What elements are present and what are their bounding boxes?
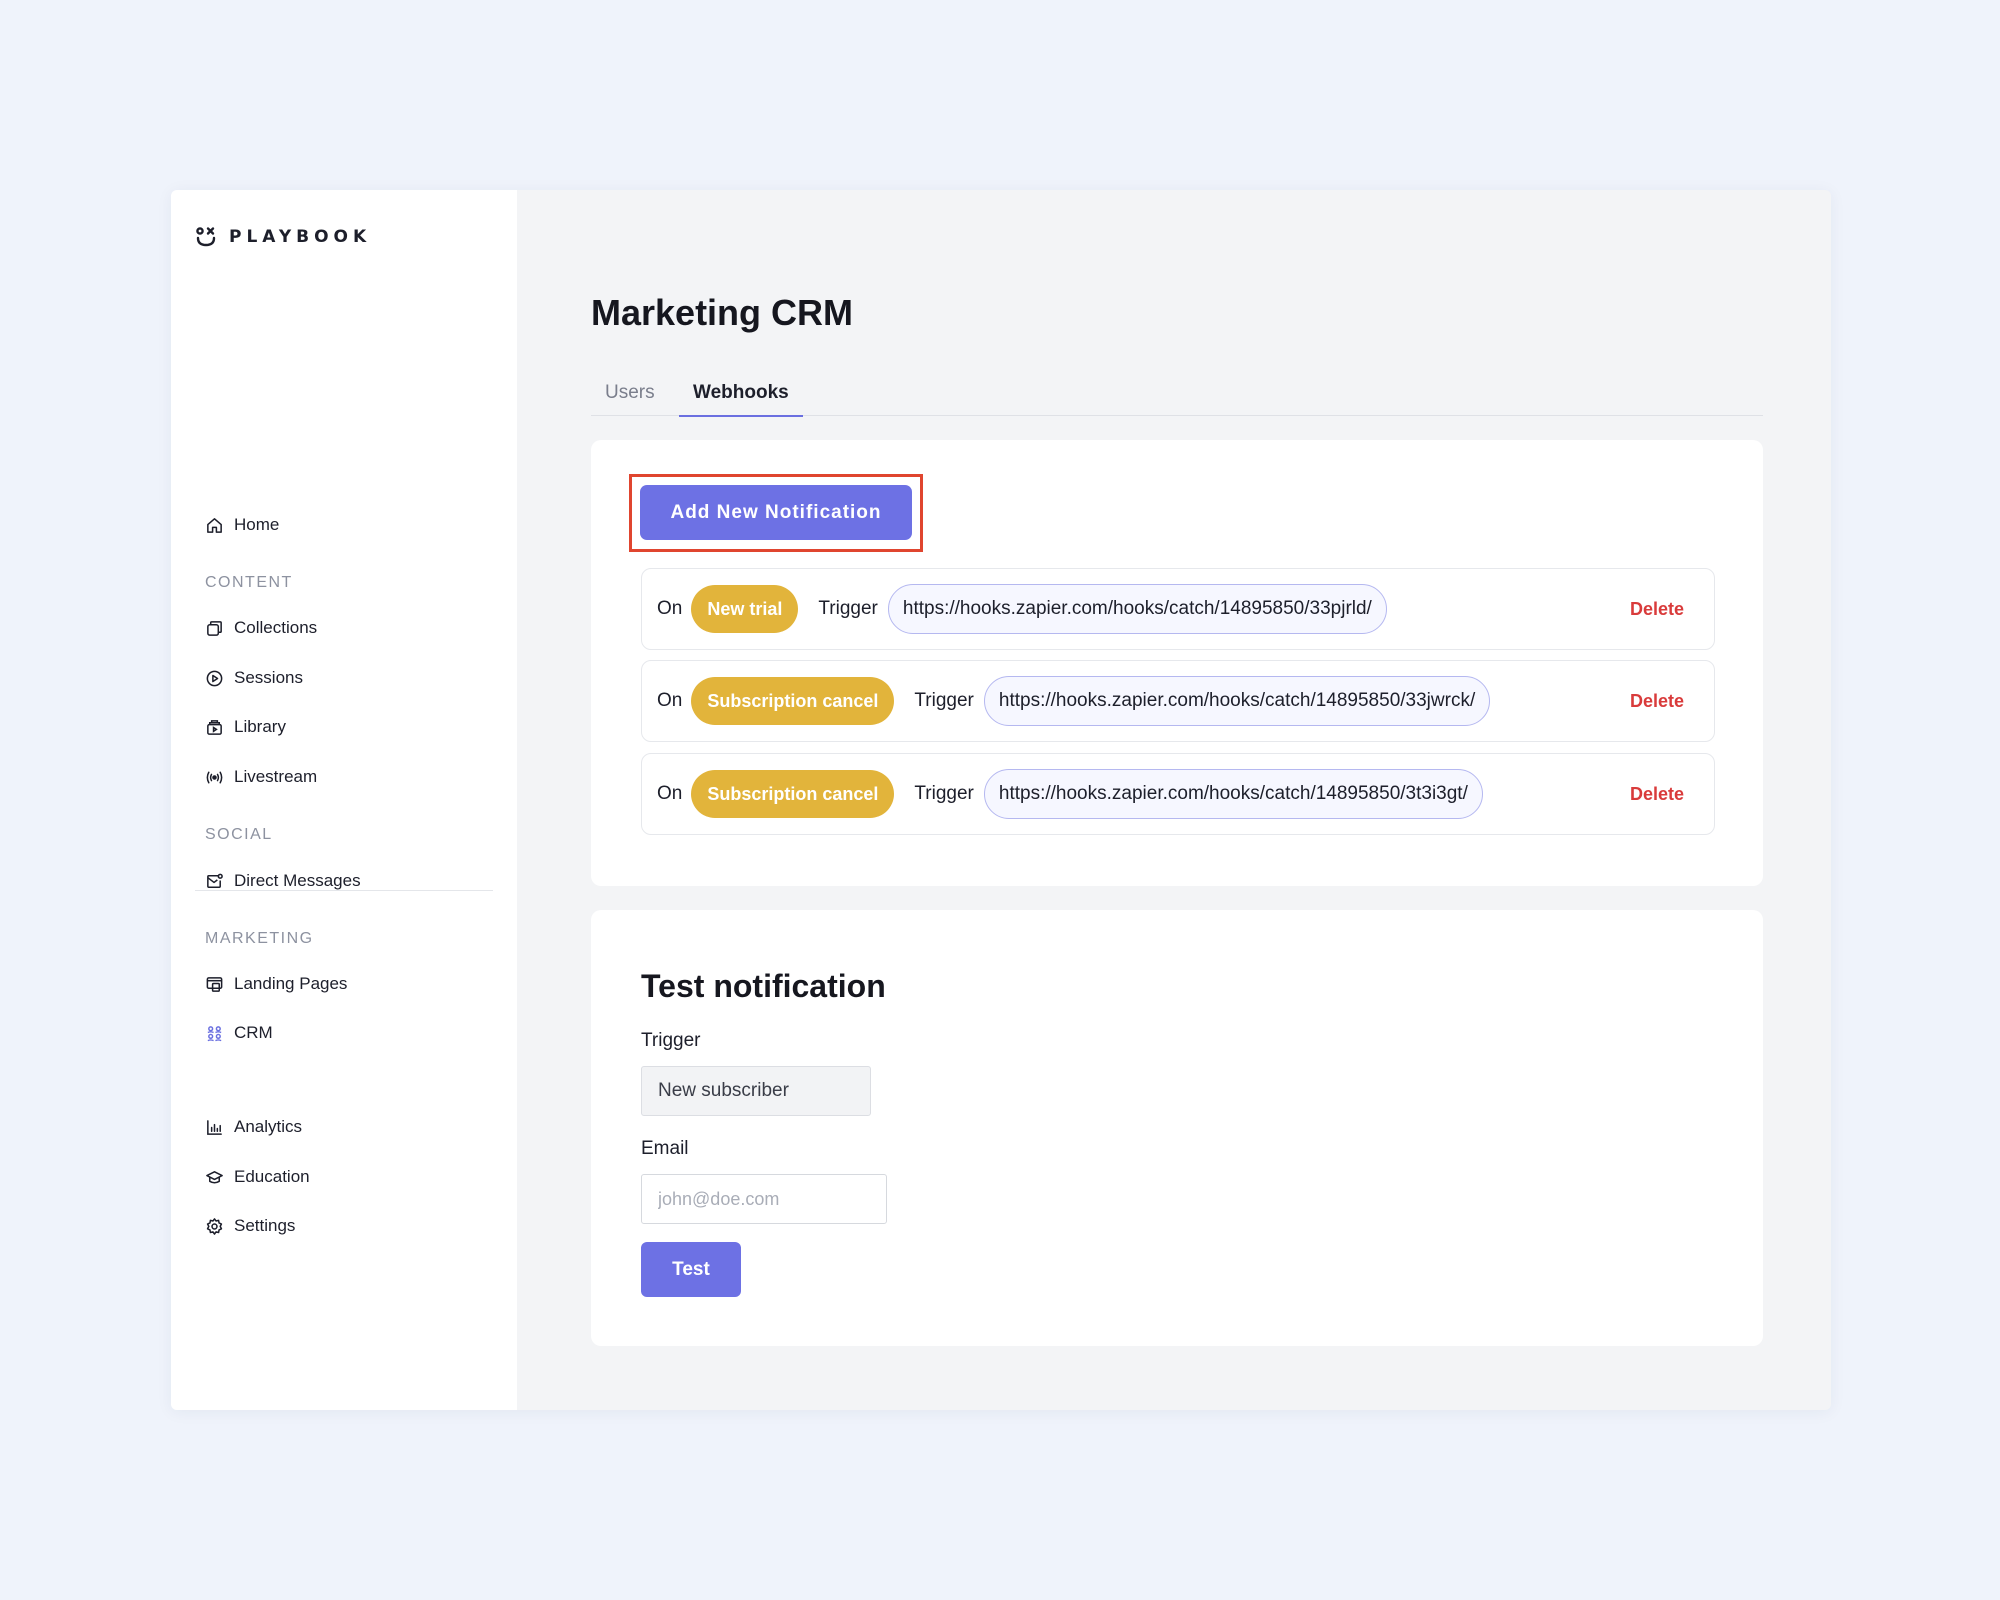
message-icon (205, 872, 224, 891)
sidebar-item-settings[interactable]: Settings (205, 1214, 295, 1238)
webhooks-card: Add New Notification On New trial Trigge… (591, 440, 1763, 886)
trigger-select[interactable]: New subscriber (641, 1066, 871, 1116)
email-field[interactable] (641, 1174, 887, 1224)
sidebar-item-label: Livestream (234, 767, 318, 786)
broadcast-icon (205, 768, 224, 787)
logo[interactable]: PLAYBOOK (195, 226, 371, 248)
sidebar-item-crm[interactable]: CRM (205, 1021, 273, 1045)
sidebar-divider (195, 890, 493, 891)
sidebar-item-label: Analytics (234, 1117, 303, 1136)
trigger-label: Trigger (914, 783, 974, 804)
main-content: Marketing CRM Users Webhooks Add New Not… (517, 190, 1831, 1410)
sidebar-item-label: Settings (234, 1216, 296, 1235)
library-icon (205, 718, 224, 737)
webhook-row: On Subscription cancel Trigger https://h… (641, 660, 1715, 742)
event-badge[interactable]: Subscription cancel (691, 770, 895, 818)
app-window: PLAYBOOK Home CONTENT Collections Sessio… (171, 190, 1831, 1410)
sidebar-item-analytics[interactable]: Analytics (205, 1115, 302, 1139)
email-field-label: Email (641, 1138, 689, 1159)
test-button[interactable]: Test (641, 1242, 741, 1297)
sidebar-item-label: Library (234, 717, 286, 736)
sidebar-item-label: Education (234, 1167, 310, 1186)
sidebar-item-livestream[interactable]: Livestream (205, 765, 317, 789)
event-badge[interactable]: New trial (691, 585, 799, 633)
sidebar-section-marketing: MARKETING (205, 930, 314, 947)
brand-name: PLAYBOOK (229, 227, 372, 247)
sidebar-item-home[interactable]: Home (205, 513, 279, 537)
collections-icon (205, 619, 224, 638)
sidebar-item-landing-pages[interactable]: Landing Pages (205, 972, 347, 996)
users-group-icon (205, 1024, 224, 1043)
tab-users[interactable]: Users (591, 376, 669, 416)
sidebar-item-label: Home (234, 515, 280, 534)
sidebar-section-social: SOCIAL (205, 826, 273, 843)
playbook-logo-icon (196, 227, 216, 247)
test-notification-card: Test notification Trigger New subscriber… (591, 910, 1763, 1346)
webhook-row: On Subscription cancel Trigger https://h… (641, 753, 1715, 835)
on-label: On (657, 690, 683, 711)
webhook-row: On New trial Trigger https://hooks.zapie… (641, 568, 1715, 650)
sidebar-item-education[interactable]: Education (205, 1165, 310, 1189)
webhook-url-field[interactable]: https://hooks.zapier.com/hooks/catch/148… (983, 769, 1483, 819)
sidebar-item-label: Landing Pages (234, 974, 348, 993)
section-title: Test notification (641, 968, 886, 1004)
sidebar-item-library[interactable]: Library (205, 715, 286, 739)
sidebar: PLAYBOOK Home CONTENT Collections Sessio… (171, 190, 517, 1410)
graduation-cap-icon (205, 1168, 224, 1187)
landing-page-icon (205, 975, 224, 994)
tab-bar: Users Webhooks (591, 376, 1763, 417)
sidebar-item-label: Collections (234, 618, 318, 637)
trigger-field-label: Trigger (641, 1030, 701, 1051)
on-label: On (657, 598, 683, 619)
play-circle-icon (205, 669, 224, 688)
sidebar-section-content: CONTENT (205, 574, 293, 591)
sidebar-item-collections[interactable]: Collections (205, 616, 317, 640)
trigger-label: Trigger (818, 598, 878, 619)
delete-button[interactable]: Delete (1630, 784, 1684, 805)
sidebar-item-label: Direct Messages (234, 871, 361, 890)
tab-webhooks[interactable]: Webhooks (679, 376, 803, 417)
home-icon (205, 516, 224, 535)
bar-chart-icon (205, 1118, 224, 1137)
add-new-notification-button[interactable]: Add New Notification (640, 485, 912, 540)
trigger-label: Trigger (914, 690, 974, 711)
page-title: Marketing CRM (591, 292, 854, 333)
on-label: On (657, 783, 683, 804)
sidebar-item-label: CRM (234, 1023, 273, 1042)
delete-button[interactable]: Delete (1630, 691, 1684, 712)
webhook-url-field[interactable]: https://hooks.zapier.com/hooks/catch/148… (983, 676, 1491, 726)
gear-icon (205, 1217, 224, 1236)
webhook-url-field[interactable]: https://hooks.zapier.com/hooks/catch/148… (887, 584, 1387, 634)
sidebar-item-sessions[interactable]: Sessions (205, 666, 303, 690)
delete-button[interactable]: Delete (1630, 599, 1684, 620)
event-badge[interactable]: Subscription cancel (691, 677, 895, 725)
highlight-box: Add New Notification (629, 474, 923, 552)
sidebar-item-label: Sessions (234, 668, 303, 687)
